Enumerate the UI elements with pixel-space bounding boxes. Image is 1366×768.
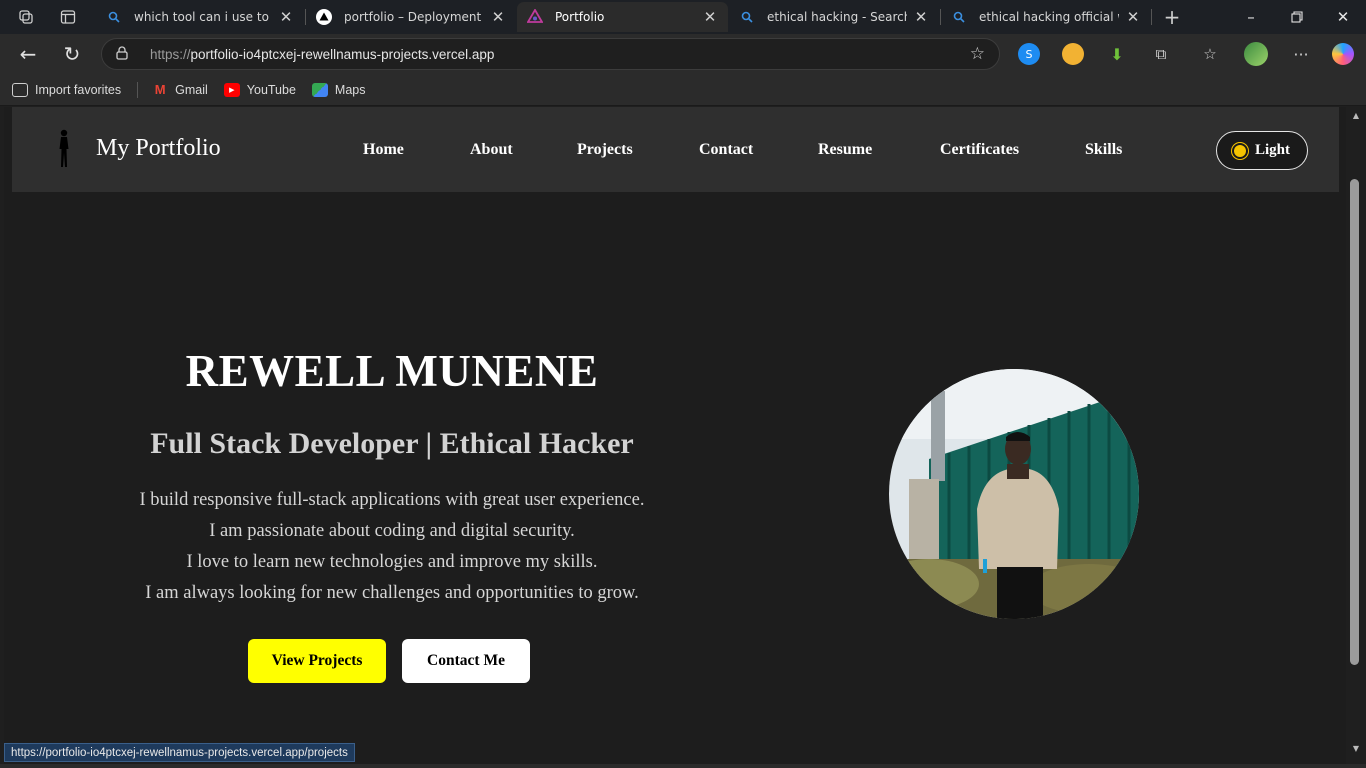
theme-toggle-label: Light — [1254, 142, 1290, 158]
favorite-import[interactable]: Import favorites — [12, 82, 122, 97]
nav-about[interactable]: About — [470, 141, 513, 159]
view-projects-button[interactable]: View Projects — [248, 639, 386, 683]
hero-line: I love to learn new technologies and imp… — [186, 552, 598, 572]
vertical-scrollbar[interactable]: ▲ ▼ — [1346, 107, 1366, 768]
nav-contact[interactable]: Contact — [699, 141, 753, 159]
favorites-divider — [137, 81, 139, 98]
minimize-icon[interactable]: – — [1228, 0, 1274, 34]
coin-extension-icon[interactable] — [1062, 43, 1084, 65]
search-icon — [106, 9, 122, 25]
tab-2[interactable]: Portfolio ✕ — [517, 2, 728, 32]
youtube-icon: ▶ — [223, 82, 240, 97]
extensions-icon[interactable]: ⧉ — [1150, 43, 1172, 65]
url-protocol: https:// — [150, 46, 191, 62]
hero-name: REWELL MUNENE — [185, 346, 599, 396]
hero-line: I am always looking for new challenges a… — [145, 583, 639, 603]
nav-skills[interactable]: Skills — [1085, 141, 1122, 159]
hero-subtitle: Full Stack Developer | Ethical Hacker — [150, 427, 634, 460]
search-icon — [739, 9, 755, 25]
tab-1[interactable]: portfolio – Deployment Over ✕ — [306, 2, 516, 32]
nav-certificates[interactable]: Certificates — [940, 141, 1019, 159]
close-icon[interactable]: ✕ — [1125, 8, 1141, 26]
nav-resume[interactable]: Resume — [818, 141, 872, 159]
url-host: portfolio-io4ptcxej-rewellnamus-projects… — [190, 46, 495, 62]
window-bottom-edge — [0, 764, 1366, 768]
tab-4[interactable]: ethical hacking official web ✕ — [941, 2, 1151, 32]
favorite-label: YouTube — [246, 82, 296, 97]
site-navbar: My Portfolio Home About Projects Contact… — [12, 107, 1339, 192]
tab-0[interactable]: which tool can i use to scan ✕ — [96, 2, 304, 32]
close-icon[interactable]: ✕ — [702, 8, 718, 26]
vercel-icon — [316, 9, 332, 25]
nav-home[interactable]: Home — [363, 141, 404, 159]
profile-photo — [889, 369, 1139, 619]
page-viewport: My Portfolio Home About Projects Contact… — [0, 107, 1366, 768]
more-options-icon[interactable]: ··· — [1290, 43, 1312, 65]
tab-3[interactable]: ethical hacking - Search ✕ — [729, 2, 939, 32]
shazam-extension-icon[interactable]: S — [1018, 43, 1040, 65]
favorite-label: Gmail — [175, 82, 208, 97]
url-field[interactable]: https://portfolio-io4ptcxej-rewellnamus-… — [101, 38, 1000, 70]
favorite-label: Import favorites — [35, 82, 122, 97]
gmail-icon: M — [154, 82, 166, 97]
close-icon[interactable]: ✕ — [913, 8, 929, 26]
logo-silhouette-icon[interactable] — [56, 129, 72, 169]
profile-avatar[interactable] — [1244, 42, 1268, 66]
scroll-down-icon[interactable]: ▼ — [1346, 744, 1366, 753]
download-extension-icon[interactable]: ⬇ — [1106, 43, 1128, 65]
restore-icon[interactable] — [1274, 0, 1320, 34]
tab-title: portfolio – Deployment Over — [344, 10, 484, 24]
close-window-icon[interactable]: ✕ — [1320, 0, 1366, 34]
favorite-gmail[interactable]: M Gmail — [152, 82, 208, 97]
scroll-up-icon[interactable]: ▲ — [1346, 111, 1366, 120]
favorite-star-icon[interactable]: ☆ — [970, 44, 985, 64]
back-icon[interactable]: ← — [12, 39, 44, 69]
vertical-tabs-icon[interactable] — [48, 0, 88, 34]
sun-icon — [1233, 144, 1246, 157]
tab-strip: which tool can i use to scan ✕ portfolio… — [0, 0, 1366, 34]
status-link-preview: https://portfolio-io4ptcxej-rewellnamus-… — [4, 743, 355, 762]
tab-title: which tool can i use to scan — [134, 10, 272, 24]
lock-icon[interactable] — [116, 45, 136, 63]
hero-line: I build responsive full-stack applicatio… — [139, 490, 645, 510]
new-tab-icon[interactable]: + — [1152, 0, 1192, 34]
site-brand[interactable]: My Portfolio — [96, 135, 221, 162]
nav-projects[interactable]: Projects — [577, 141, 633, 159]
favorites-icon[interactable]: ☆ — [1199, 43, 1221, 65]
maps-icon — [311, 82, 328, 97]
address-bar: ← ↻ https://portfolio-io4ptcxej-rewellna… — [0, 34, 1366, 74]
search-icon — [951, 9, 967, 25]
favorite-label: Maps — [334, 82, 366, 97]
portfolio-icon — [527, 9, 543, 25]
favorite-youtube[interactable]: ▶ YouTube — [223, 82, 296, 97]
theme-toggle-button[interactable]: Light — [1216, 131, 1308, 170]
workspaces-icon[interactable] — [6, 0, 46, 34]
copilot-icon[interactable] — [1332, 43, 1354, 65]
portfolio-page: My Portfolio Home About Projects Contact… — [4, 107, 1366, 768]
close-icon[interactable]: ✕ — [278, 8, 294, 26]
contact-me-button[interactable]: Contact Me — [402, 639, 530, 683]
favorites-bar: Import favorites M Gmail ▶ YouTube Maps — [0, 74, 1366, 106]
import-icon — [12, 82, 28, 97]
tab-title: Portfolio — [555, 10, 605, 24]
tab-title: ethical hacking - Search — [767, 10, 907, 24]
tab-title: ethical hacking official web — [979, 10, 1119, 24]
hero-line: I am passionate about coding and digital… — [209, 521, 575, 541]
hero-description: I build responsive full-stack applicatio… — [4, 485, 780, 609]
refresh-icon[interactable]: ↻ — [56, 39, 88, 69]
close-icon[interactable]: ✕ — [490, 8, 506, 26]
scrollbar-thumb[interactable] — [1350, 179, 1359, 665]
favorite-maps[interactable]: Maps — [311, 82, 366, 97]
